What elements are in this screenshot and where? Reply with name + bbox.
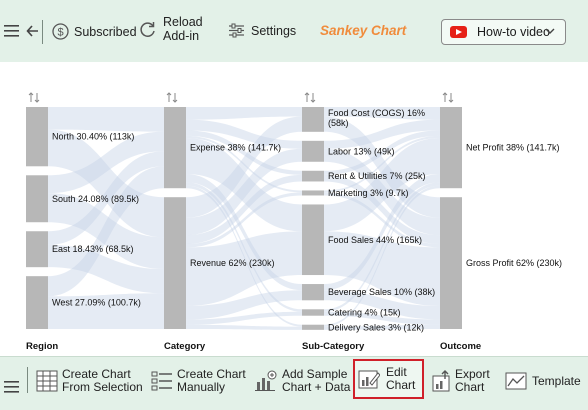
node-label-net-profit: Net Profit 38% (141.7k) <box>466 143 560 153</box>
menu-icon[interactable] <box>4 24 20 43</box>
node-label-expense: Expense 38% (141.7k) <box>190 143 281 153</box>
reload-label-line2: Add-in <box>163 29 200 43</box>
node-label-catering: Catering 4% (15k) <box>328 308 401 318</box>
node-label-north: North 30.40% (113k) <box>52 132 134 142</box>
export-line2: Chart <box>455 380 485 394</box>
bottom-divider <box>27 367 28 393</box>
sankey-node-gross-profit[interactable] <box>440 197 462 329</box>
node-label-gross-profit: Gross Profit 62% (230k) <box>466 258 562 268</box>
template-icon <box>505 372 527 390</box>
node-label-food-cost-cogs-value: (58k) <box>328 118 349 128</box>
create-chart-manually-button[interactable]: Create Chart Manually <box>151 363 246 399</box>
top-toolbar: $ Subscribed Reload Add-in Settings Sank… <box>0 0 588 62</box>
sankey-node-catering[interactable] <box>302 309 324 316</box>
edit-line2: Chart <box>386 378 416 392</box>
create-selection-line2: From Selection <box>62 380 143 394</box>
sankey-node-labor[interactable] <box>302 140 324 162</box>
sankey-node-food-cost-cogs[interactable] <box>302 107 324 132</box>
howto-label: How-to video <box>477 25 550 39</box>
sankey-chart: North 30.40% (113k) South 24.08% (89.5k) E… <box>26 92 562 352</box>
toolbar-divider <box>42 20 43 44</box>
add-sample-chart-button[interactable]: Add Sample Chart + Data <box>254 363 350 399</box>
export-icon <box>432 370 450 392</box>
settings-button[interactable]: Settings <box>228 23 296 38</box>
sankey-node-marketing[interactable] <box>302 190 324 196</box>
sankey-chart-area: North 30.40% (113k) South 24.08% (89.5k) E… <box>0 62 588 355</box>
bottom-menu-icon[interactable] <box>4 369 20 405</box>
back-arrow-icon[interactable] <box>26 23 40 44</box>
sankey-link-expense-to-food-cost-cogs- <box>186 107 302 120</box>
refresh-icon <box>140 21 155 37</box>
sort-arrows-icon[interactable] <box>166 92 178 103</box>
sankey-node-revenue[interactable] <box>164 197 186 329</box>
template-button[interactable]: Template <box>505 363 581 399</box>
sliders-icon <box>229 23 244 38</box>
sankey-node-north[interactable] <box>26 107 48 167</box>
sankey-node-west[interactable] <box>26 276 48 329</box>
sankey-node-expense[interactable] <box>164 107 186 189</box>
sankey-node-east[interactable] <box>26 231 48 268</box>
sort-arrows-icon[interactable] <box>304 92 316 103</box>
node-label-east: East 18.43% (68.5k) <box>52 244 134 254</box>
node-label-rent-utilities: Rent & Utilities 7% (25k) <box>328 171 426 181</box>
node-label-food-sales: Food Sales 44% (165k) <box>328 235 422 245</box>
sankey-link-north-to-expense <box>48 107 164 132</box>
sample-chart-icon <box>255 370 277 391</box>
node-label-beverage-sales: Beverage Sales 10% (38k) <box>328 287 435 297</box>
export-chart-button[interactable]: Export Chart <box>431 363 490 399</box>
edit-chart-button[interactable]: Edit Chart <box>353 359 424 399</box>
column-label-outcome: Outcome <box>440 341 481 352</box>
node-label-delivery-sales: Delivery Sales 3% (12k) <box>328 322 424 332</box>
edit-chart-icon <box>358 370 380 389</box>
sankey-link-revenue-to-delivery-sales <box>186 324 302 330</box>
sankey-node-net-profit[interactable] <box>440 107 462 189</box>
reload-addin-button[interactable]: Reload Add-in <box>138 15 203 43</box>
settings-label: Settings <box>251 23 297 38</box>
youtube-icon <box>450 26 467 38</box>
subscribed-button[interactable]: $ Subscribed <box>52 23 137 40</box>
create-manual-line2: Manually <box>177 380 226 394</box>
sankey-node-delivery-sales[interactable] <box>302 324 324 330</box>
reload-label-line1: Reload <box>163 15 203 29</box>
table-grid-icon <box>36 370 58 392</box>
create-chart-from-selection-button[interactable]: Create Chart From Selection <box>36 363 143 399</box>
node-label-revenue: Revenue 62% (230k) <box>190 258 275 268</box>
template-label: Template <box>532 373 581 388</box>
sankey-node-beverage-sales[interactable] <box>302 284 324 301</box>
add-sample-line2: Chart + Data <box>282 380 351 394</box>
app-title: Sankey Chart <box>320 23 407 38</box>
subscribed-label: Subscribed <box>74 24 137 39</box>
column-label-category: Category <box>164 341 206 352</box>
node-label-labor: Labor 13% (49k) <box>328 146 395 156</box>
sort-arrows-icon[interactable] <box>442 92 454 103</box>
bottom-toolbar: Create Chart From Selection Create Chart M… <box>0 356 588 410</box>
sort-arrows-icon[interactable] <box>28 92 40 103</box>
svg-text:$: $ <box>57 27 63 39</box>
dollar-coin-icon: $ <box>52 23 69 40</box>
column-label-sub-category: Sub-Category <box>302 341 365 352</box>
sankey-node-rent-utilities[interactable] <box>302 170 324 182</box>
node-label-south: South 24.08% (89.5k) <box>52 194 139 204</box>
sankey-node-food-sales[interactable] <box>302 204 324 276</box>
chevron-down-icon <box>545 28 555 34</box>
list-table-icon <box>151 371 172 391</box>
node-label-marketing: Marketing 3% (9.7k) <box>328 188 409 198</box>
node-label-west: West 27.09% (100.7k) <box>52 298 141 308</box>
howto-video-dropdown[interactable]: How-to video <box>441 19 566 45</box>
node-label-food-cost-cogs: Food Cost (COGS) 16% <box>328 108 425 118</box>
column-label-region: Region <box>26 341 58 352</box>
sankey-node-south[interactable] <box>26 175 48 223</box>
